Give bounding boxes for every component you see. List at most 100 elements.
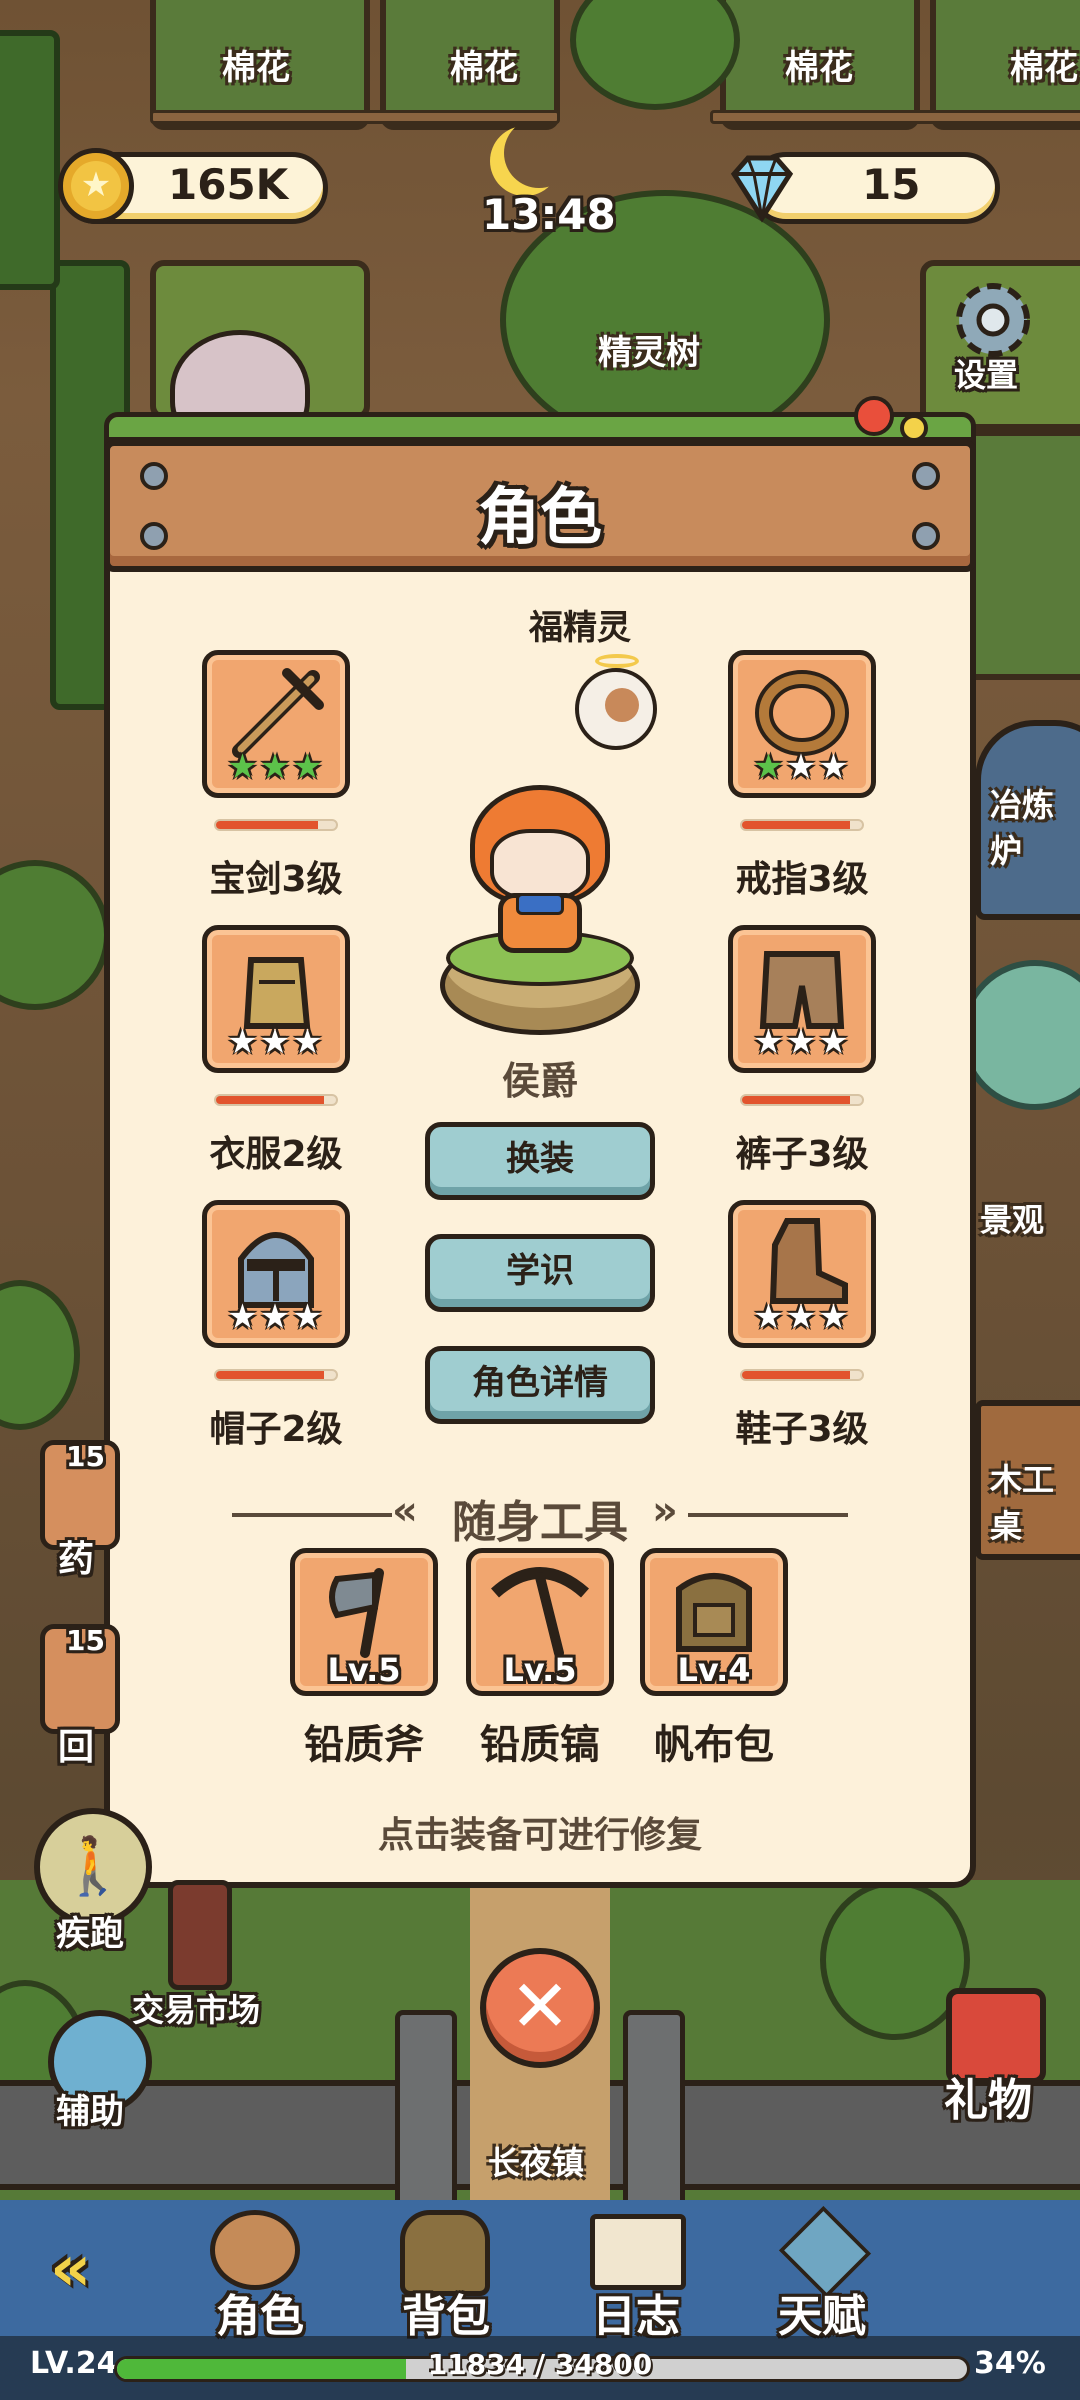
fence (710, 110, 1080, 124)
coin-icon: ★ (58, 148, 134, 224)
diamond-icon (724, 150, 800, 226)
star-icon: ★ (753, 1022, 786, 1062)
star-icon: ★ (753, 747, 786, 787)
chevron-right-icon: » (652, 1488, 678, 1534)
bolt-icon (140, 522, 168, 550)
canvas-bag-tool-slot[interactable]: Lv.4 (640, 1548, 788, 1696)
star-icon: ★ (785, 747, 819, 787)
pants-label: 裤子3级 (735, 1134, 869, 1175)
scenic-label: 景观 (980, 1201, 1045, 1239)
shoes-label: 鞋子3级 (735, 1409, 869, 1450)
clothes-stars: ★★★ (207, 1022, 345, 1062)
clothes-durability-bar (214, 1094, 338, 1106)
workbench-label: 木工桌 (990, 1461, 1055, 1545)
xp-bar-fill (117, 2359, 406, 2379)
hat-slot[interactable]: ★★★ (202, 1200, 350, 1348)
flower-icon (900, 414, 928, 442)
star-icon: ★ (292, 1297, 325, 1337)
character-nav-icon[interactable] (210, 2210, 300, 2290)
divider-left (232, 1513, 392, 1517)
moon-icon (504, 118, 574, 188)
character-rank: 侯爵 (501, 1059, 578, 1103)
star-icon: ★ (259, 1297, 293, 1337)
star-icon: ★ (227, 747, 260, 787)
town-gate-pillar (395, 2010, 457, 2210)
pants-slot[interactable]: ★★★ (728, 925, 876, 1073)
star-icon: ★ (227, 1022, 260, 1062)
panel-grass-top (104, 412, 976, 442)
pants-durability-bar (740, 1094, 864, 1106)
assist-label: 辅助 (56, 2092, 124, 2132)
sword-stars: ★★★ (207, 747, 345, 787)
pickaxe-tool-slot[interactable]: Lv.5 (466, 1548, 614, 1696)
nav-backpack[interactable]: 背包 (376, 2280, 516, 2344)
field-label: 棉花 (222, 48, 290, 88)
bag-level: Lv.4 (677, 1651, 751, 1689)
tree (0, 1280, 80, 1430)
running-icon: 🚶 (58, 1834, 128, 1899)
potion-label: 药 (58, 1539, 95, 1580)
nav-character[interactable]: 角色 (190, 2280, 330, 2344)
shoes-durability-bar (740, 1369, 864, 1381)
bush (960, 960, 1080, 1110)
hat-stars: ★★★ (207, 1297, 345, 1337)
flower-icon (854, 396, 894, 436)
knowledge-button[interactable]: 学识 (425, 1234, 655, 1312)
shoes-slot[interactable]: ★★★ (728, 1200, 876, 1348)
sword-durability-fill (216, 821, 318, 829)
sword-slot[interactable]: ★★★ (202, 650, 350, 798)
potion-count: 15 (66, 1440, 105, 1473)
game-clock: 13:48 (482, 190, 616, 239)
clothes-slot[interactable]: ★★★ (202, 925, 350, 1073)
shoes-stars: ★★★ (733, 1297, 871, 1337)
hat-label: 帽子2级 (209, 1409, 343, 1450)
trade-market[interactable] (168, 1880, 232, 1990)
ring-slot[interactable]: ★★★ (728, 650, 876, 798)
pants-durability-fill (742, 1096, 850, 1104)
nav-collapse-icon[interactable]: « (50, 2232, 91, 2306)
lucky-spirit-icon[interactable] (575, 654, 657, 750)
pants-stars: ★★★ (733, 1022, 871, 1062)
smelter-label: 冶炼炉 (990, 786, 1055, 870)
star-icon: ★ (785, 1297, 819, 1337)
field-label: 棉花 (785, 48, 853, 88)
ring-durability-bar (740, 819, 864, 831)
star-icon: ★ (227, 1297, 260, 1337)
nav-journal[interactable]: 日志 (566, 2280, 706, 2344)
xp-progress-text: 11834 / 34800 (427, 2348, 653, 2381)
nav-talent[interactable]: 天赋 (752, 2280, 892, 2344)
close-icon: ✕ (509, 1964, 571, 2048)
bolt-icon (912, 462, 940, 490)
pickaxe-level: Lv.5 (503, 1651, 577, 1689)
farm-plot[interactable] (960, 430, 1080, 680)
gem-amount: 15 (862, 160, 921, 209)
axe-level: Lv.5 (327, 1651, 401, 1689)
divider-right (688, 1513, 848, 1517)
gift-label[interactable]: 礼物 (944, 2064, 1032, 2128)
star-icon: ★ (292, 747, 325, 787)
axe-tool-slot[interactable]: Lv.5 (290, 1548, 438, 1696)
journal-nav-icon[interactable] (590, 2214, 686, 2290)
chevron-left-icon: « (392, 1488, 418, 1534)
ring-label: 戒指3级 (735, 859, 869, 900)
star-icon: ★ (753, 1297, 786, 1337)
axe-name: 铅质斧 (304, 1722, 424, 1768)
field-label: 棉花 (450, 48, 518, 88)
change-outfit-button[interactable]: 换装 (425, 1122, 655, 1200)
ring-durability-fill (742, 821, 850, 829)
coin-amount: 165K (168, 160, 289, 209)
bolt-icon (912, 522, 940, 550)
star-icon: ★ (259, 1022, 293, 1062)
trade-market-label: 交易市场 (132, 1991, 261, 2029)
character-details-button[interactable]: 角色详情 (425, 1346, 655, 1424)
field-label: 棉花 (1010, 48, 1078, 88)
star-icon: ★ (259, 747, 293, 787)
repair-hint: 点击装备可进行修复 (377, 1815, 702, 1856)
return-label: 回 (58, 1727, 95, 1768)
town-gate-pillar (623, 2010, 685, 2210)
character-avatar[interactable] (470, 775, 610, 955)
close-button[interactable]: ✕ (480, 1948, 600, 2068)
tree (570, 0, 740, 110)
player-level: LV.24 (30, 2346, 118, 2381)
settings-label[interactable]: 设置 (954, 350, 1018, 396)
